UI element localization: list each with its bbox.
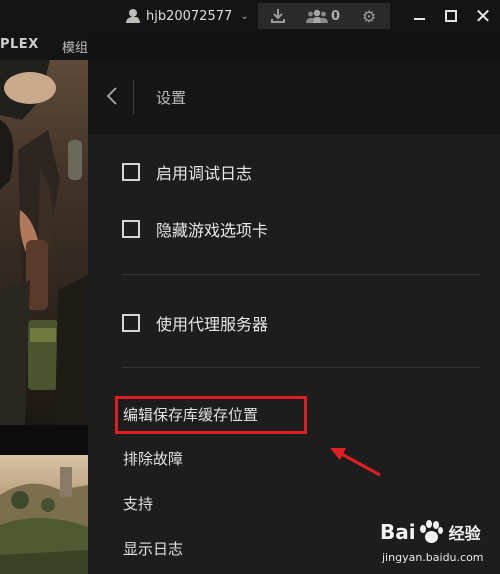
support-link[interactable]: 支持 (123, 493, 153, 514)
header-divider (133, 80, 134, 114)
watermark-brand-right: 经验 (448, 524, 481, 543)
checkbox-label: 使用代理服务器 (156, 315, 269, 334)
watermark-url: jingyan.baidu.com (382, 551, 484, 564)
online-status-dot (133, 16, 140, 23)
troubleshoot-link[interactable]: 排除故障 (123, 448, 183, 469)
close-icon[interactable]: ✕ (468, 0, 498, 32)
divider (122, 367, 480, 368)
friends-icon (305, 9, 328, 23)
hide-games-tab-checkbox[interactable]: 隐藏游戏选项卡 (122, 217, 268, 241)
friends-count: 0 (330, 8, 341, 24)
divider (122, 274, 480, 275)
paw-icon (418, 519, 444, 545)
settings-panel: 设置 启用调试日志 隐藏游戏选项卡 使用代理服务器 编辑保存库缓存位置 排除故障… (88, 60, 500, 574)
friends-button[interactable]: 0 (298, 3, 348, 29)
back-chevron-icon[interactable] (102, 84, 122, 108)
download-icon[interactable] (258, 3, 298, 29)
highlight-box (115, 396, 307, 434)
checkbox-box[interactable] (122, 220, 140, 238)
toolbar-group: 0 ⚙ (258, 3, 390, 29)
settings-header: 设置 (88, 60, 500, 134)
nav-item-plex[interactable]: PLEX (0, 37, 39, 52)
artwork-divider (0, 425, 88, 455)
gear-icon[interactable]: ⚙ (348, 3, 390, 29)
username: hjb20072577 (146, 8, 233, 24)
annotation-arrow (330, 448, 381, 477)
page-title: 设置 (156, 89, 187, 107)
checkbox-label: 隐藏游戏选项卡 (156, 221, 269, 240)
nav-item-mods[interactable]: 模组 (62, 37, 88, 56)
user-menu[interactable]: hjb20072577 ⌄ (126, 0, 249, 32)
maximize-icon[interactable] (436, 0, 466, 32)
baidu-watermark: Bai 经验 jingyan.baidu.com (374, 519, 498, 571)
checkbox-box[interactable] (122, 163, 140, 181)
checkbox-label: 启用调试日志 (156, 164, 253, 183)
proxy-server-checkbox[interactable]: 使用代理服务器 (122, 311, 268, 335)
game-artwork-secondary (0, 455, 88, 574)
debug-log-checkbox[interactable]: 启用调试日志 (122, 160, 252, 184)
title-bar: hjb20072577 ⌄ 0 ⚙ ✕ (0, 0, 500, 32)
chevron-down-icon: ⌄ (240, 10, 249, 22)
show-log-link[interactable]: 显示日志 (123, 538, 183, 559)
checkbox-box[interactable] (122, 314, 140, 332)
watermark-brand-left: Bai (380, 520, 416, 544)
game-artwork (0, 60, 88, 425)
watermark-logo: Bai 经验 (380, 519, 481, 545)
user-icon (126, 9, 140, 23)
minimize-icon[interactable] (404, 0, 434, 32)
top-nav: PLEX 模组 (0, 32, 88, 60)
